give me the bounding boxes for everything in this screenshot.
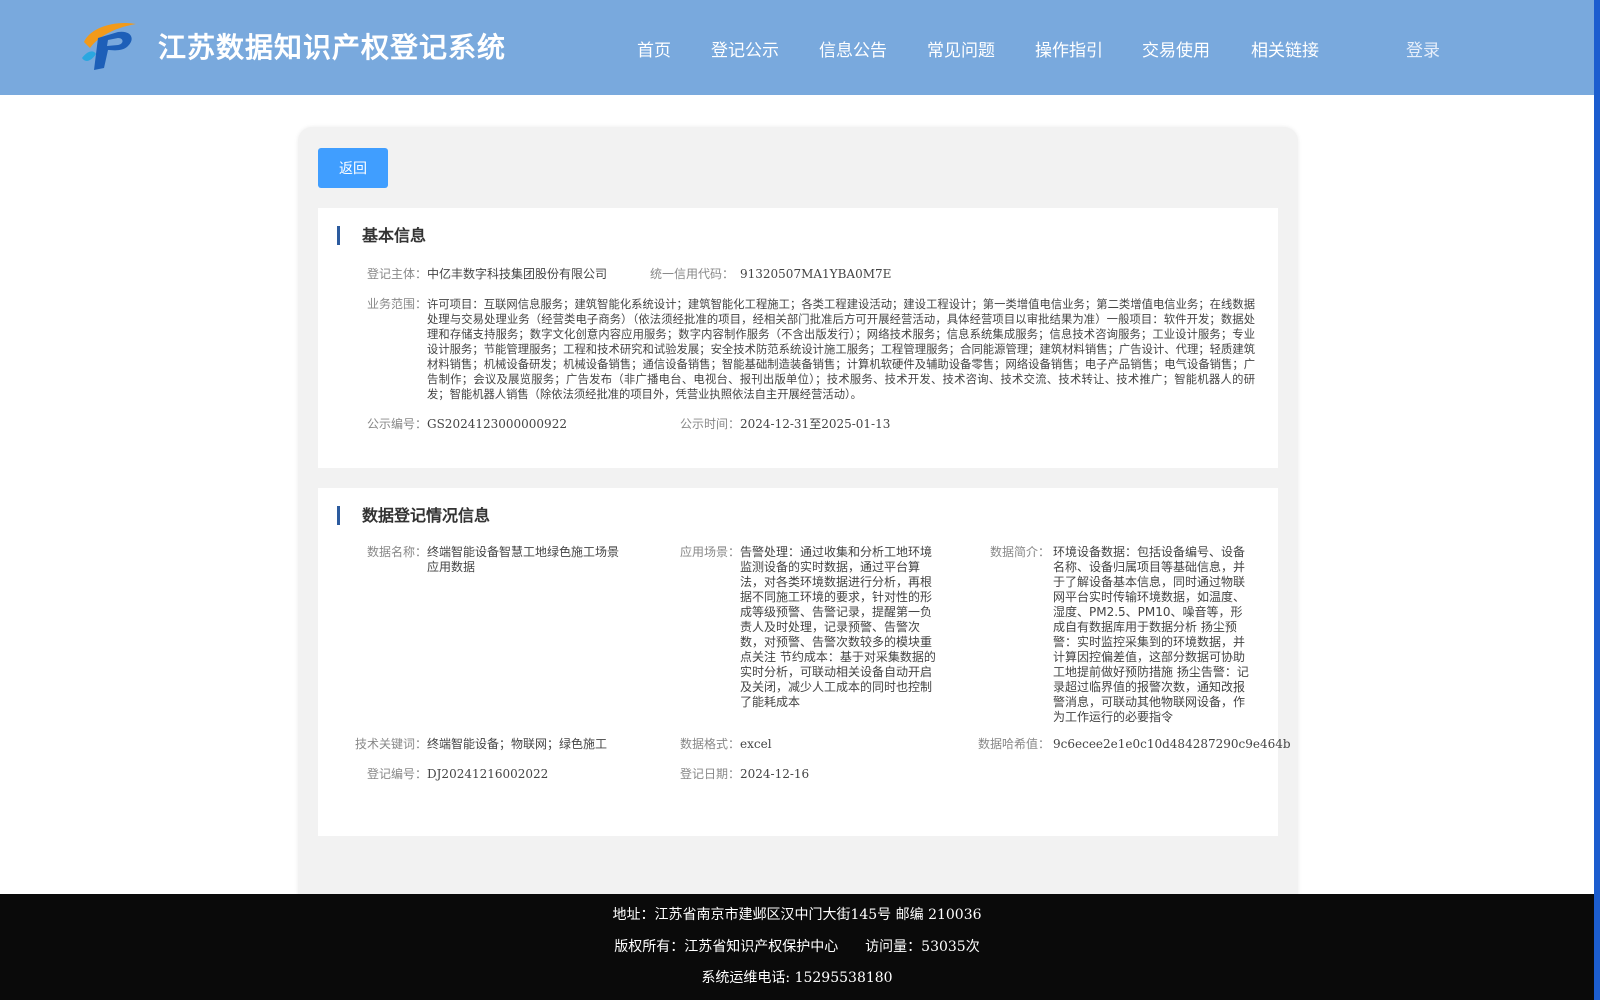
data-intro-label: 数据简介： xyxy=(989,545,1050,559)
nav-item-transaction[interactable]: 交易使用 xyxy=(1142,36,1210,61)
footer-address: 地址：江苏省南京市建邺区汉中门大街145号 邮编 210036 xyxy=(612,907,982,923)
subject-row: 登记主体： 中亿丰数字科技集团股份有限公司 统一信用代码： 91320507MA… xyxy=(318,267,1278,282)
site-header: 江苏数据知识产权登记系统 首页 登记公示 信息公告 常见问题 操作指引 交易使用… xyxy=(0,0,1594,95)
footer-copyright-line: 版权所有：江苏省知识产权保护中心 访问量：53035次 xyxy=(0,936,1594,956)
section-title-basic-info: 基本信息 xyxy=(337,226,426,245)
application-scene-value: 告警处理：通过收集和分析工地环境监测设备的实时数据，通过平台算法，对各类环境数据… xyxy=(740,545,936,709)
data-format-value: excel xyxy=(740,737,772,751)
scope-value: 许可项目：互联网信息服务；建筑智能化系统设计；建筑智能化工程施工；各类工程建设活… xyxy=(427,298,1255,401)
notice-time-label: 公示时间： xyxy=(679,417,740,431)
nav-item-links[interactable]: 相关链接 xyxy=(1251,36,1319,61)
footer-visits: 访问量：53035次 xyxy=(865,939,980,955)
nav-item-registration-notice[interactable]: 登记公示 xyxy=(711,36,779,61)
footer-copyright: 版权所有：江苏省知识产权保护中心 xyxy=(614,939,839,955)
detail-card: 返回 基本信息 登记主体： 中亿丰数字科技集团股份有限公司 统一信用代码： 91… xyxy=(298,127,1298,907)
data-hash-label: 数据哈希值： xyxy=(977,737,1050,751)
registration-number-value: DJ20241216002022 xyxy=(427,767,549,781)
data-registration-panel: 数据登记情况信息 数据名称： 终端智能设备智慧工地绿色施工场景应用数据 应用场景… xyxy=(318,488,1291,836)
data-name-value: 终端智能设备智慧工地绿色施工场景应用数据 xyxy=(427,545,620,574)
nav-item-guide[interactable]: 操作指引 xyxy=(1035,36,1103,61)
scope-row: 业务范围： 许可项目：互联网信息服务；建筑智能化系统设计；建筑智能化工程施工；各… xyxy=(318,297,1278,407)
nav-item-announcements[interactable]: 信息公告 xyxy=(819,36,887,61)
registration-date-value: 2024-12-16 xyxy=(740,767,810,781)
data-format-label: 数据格式： xyxy=(679,737,740,751)
registration-date-label: 登记日期： xyxy=(679,767,740,781)
keyword-row: 技术关键词： 终端智能设备；物联网；绿色施工 数据格式： excel 数据哈希值… xyxy=(318,737,1291,752)
back-button[interactable]: 返回 xyxy=(318,148,388,188)
logo-icon[interactable] xyxy=(80,20,140,72)
notice-number-value: GS2024123000000922 xyxy=(427,417,567,431)
data-detail-row: 数据名称： 终端智能设备智慧工地绿色施工场景应用数据 应用场景： 告警处理：通过… xyxy=(318,545,1278,730)
scrollbar[interactable] xyxy=(1594,0,1600,1000)
keyword-value: 终端智能设备；物联网；绿色施工 xyxy=(427,737,608,751)
subject-label: 登记主体： xyxy=(366,267,427,281)
application-scene-label: 应用场景： xyxy=(679,545,740,559)
notice-row: 公示编号： GS2024123000000922 公示时间： 2024-12-3… xyxy=(318,417,1278,432)
login-link[interactable]: 登录 xyxy=(1406,36,1440,61)
keyword-label: 技术关键词： xyxy=(354,737,427,751)
scope-label: 业务范围： xyxy=(366,297,427,311)
notice-number-label: 公示编号： xyxy=(366,417,427,431)
notice-time-value: 2024-12-31至2025-01-13 xyxy=(740,417,891,431)
site-footer: 地址：江苏省南京市建邺区汉中门大街145号 邮编 210036 版权所有：江苏省… xyxy=(0,894,1594,1000)
data-hash-value: 9c6ecee2e1e0c10d484287290c9e464b xyxy=(1053,737,1291,751)
registration-row: 登记编号： DJ20241216002022 登记日期： 2024-12-16 xyxy=(318,767,1278,782)
nav-item-home[interactable]: 首页 xyxy=(637,36,671,61)
basic-info-panel: 基本信息 登记主体： 中亿丰数字科技集团股份有限公司 统一信用代码： 91320… xyxy=(318,208,1278,468)
footer-phone: 系统运维电话: 15295538180 xyxy=(701,970,893,986)
registration-number-label: 登记编号： xyxy=(366,767,427,781)
credit-code-value: 91320507MA1YBA0M7E xyxy=(740,267,892,281)
site-title[interactable]: 江苏数据知识产权登记系统 xyxy=(158,26,506,66)
data-name-label: 数据名称： xyxy=(366,545,427,559)
section-title-data-registration: 数据登记情况信息 xyxy=(337,506,490,525)
credit-code-label: 统一信用代码： xyxy=(649,267,734,281)
data-intro-value: 环境设备数据：包括设备编号、设备名称、设备归属项目等基础信息，并于了解设备基本信… xyxy=(1053,545,1249,724)
nav-item-faq[interactable]: 常见问题 xyxy=(927,36,995,61)
